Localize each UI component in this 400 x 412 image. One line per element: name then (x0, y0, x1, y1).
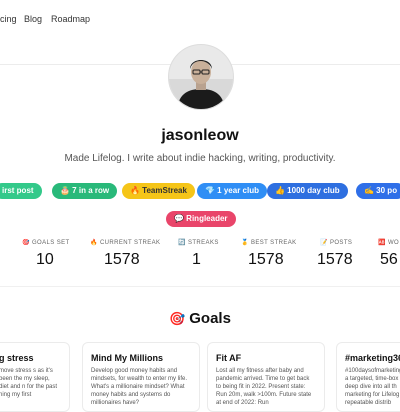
memo-icon: 📝 (320, 240, 328, 246)
stat-streaks-value: 1 (192, 251, 201, 268)
stat-label-text: CURRENT STREAK (99, 240, 161, 246)
goal-card-description: #100daysofmarketing a targeted, time-box… (345, 368, 400, 406)
section-divider (0, 286, 400, 287)
profile-username: jasonleow (161, 127, 239, 144)
goal-card-title[interactable]: g stress (0, 353, 61, 363)
stat-goals-set-value: 10 (36, 251, 54, 268)
goal-card[interactable]: g stress move stress s as it's been the … (0, 342, 70, 412)
stat-label-text: BEST STREAK (250, 240, 297, 246)
stat-best-streak-value: 1578 (248, 251, 284, 268)
badge-7-in-a-row[interactable]: 🎂 7 in a row (52, 183, 118, 199)
medal-icon: 🥇 (241, 240, 249, 246)
goal-card-description: Develop good money habits and mindsets, … (91, 368, 188, 406)
goal-card[interactable]: Mind My Millions Develop good money habi… (82, 342, 200, 412)
avatar[interactable] (168, 44, 234, 110)
stat-label-text: WO (387, 240, 400, 246)
ab-icon: 🆎 (378, 240, 386, 246)
badge-first-post[interactable]: irst post (0, 183, 42, 199)
badge-1-year-club[interactable]: 💎 1 year club (197, 183, 267, 199)
profile-bio: Made Lifelog. I write about indie hackin… (64, 153, 336, 164)
stat-posts-value: 1578 (317, 251, 353, 268)
nav-link-pricing[interactable]: cing (0, 14, 17, 24)
goals-heading: 🎯 Goals (0, 310, 400, 327)
nav-link-roadmap[interactable]: Roadmap (51, 14, 90, 24)
stat-goals-set-label: 🎯 GOALS SET (22, 239, 70, 246)
stat-best-streak-label: 🥇 BEST STREAK (241, 239, 297, 246)
nav-link-blog[interactable]: Blog (24, 14, 42, 24)
goal-card-title[interactable]: Fit AF (216, 353, 316, 363)
badge-30-posts[interactable]: ✍️ 30 po (356, 183, 400, 199)
stat-words-value: 56 (380, 251, 398, 268)
stat-current-streak-label: 🔥 CURRENT STREAK (90, 239, 160, 246)
stat-posts-label: 📝 POSTS (320, 239, 352, 246)
goal-card[interactable]: Fit AF Lost all my fitness after baby an… (207, 342, 325, 412)
top-nav: cing Blog Roadmap (0, 0, 400, 42)
stat-label-text: GOALS SET (31, 240, 70, 246)
badge-teamstreak[interactable]: 🔥 TeamStreak (122, 183, 195, 199)
fire-icon: 🔥 (90, 240, 98, 246)
goals-heading-text: Goals (189, 310, 231, 327)
goal-card-title[interactable]: #marketing365 (345, 353, 400, 363)
goal-card[interactable]: #marketing365 #100daysofmarketing a targ… (336, 342, 400, 412)
repeat-icon: 🔄 (178, 240, 186, 246)
goal-card-description: Lost all my fitness after baby and pande… (216, 368, 312, 406)
badge-1000-day-club[interactable]: 👍 1000 day club (267, 183, 348, 199)
stat-label-text: POSTS (329, 240, 353, 246)
target-icon: 🎯 (169, 311, 186, 326)
avatar-image (169, 45, 233, 109)
stat-current-streak-value: 1578 (104, 251, 140, 268)
badge-ringleader[interactable]: 💬 Ringleader (166, 211, 236, 227)
stat-streaks-label: 🔄 STREAKS (178, 239, 219, 246)
target-icon: 🎯 (22, 240, 30, 246)
stat-label-text: STREAKS (187, 240, 219, 246)
goal-card-title[interactable]: Mind My Millions (91, 353, 191, 363)
goal-card-description: move stress s as it's been the my sleep,… (0, 368, 58, 398)
stat-words-label: 🆎 WO (378, 239, 399, 246)
